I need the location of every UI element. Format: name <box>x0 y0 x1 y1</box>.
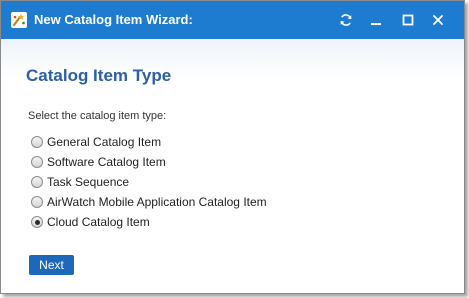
option-label: Task Sequence <box>47 175 130 189</box>
refresh-button[interactable] <box>336 10 356 30</box>
close-icon <box>433 15 443 25</box>
next-button[interactable]: Next <box>29 255 74 275</box>
option-label: AirWatch Mobile Application Catalog Item <box>47 195 267 209</box>
radio-airwatch-mobile-app[interactable] <box>31 196 43 208</box>
instruction-text: Select the catalog item type: <box>28 110 167 122</box>
catalog-type-options: General Catalog Item Software Catalog It… <box>31 132 267 232</box>
wizard-window: New Catalog Item Wizard: Catalog Item Ty… <box>0 0 465 294</box>
option-software-catalog-item[interactable]: Software Catalog Item <box>31 152 267 172</box>
wizard-content: Catalog Item Type Select the catalog ite… <box>1 39 464 293</box>
radio-general-catalog-item[interactable] <box>31 136 43 148</box>
maximize-button[interactable] <box>398 10 418 30</box>
radio-software-catalog-item[interactable] <box>31 156 43 168</box>
radio-task-sequence[interactable] <box>31 176 43 188</box>
minimize-icon <box>371 23 381 25</box>
maximize-icon <box>402 14 414 26</box>
minimize-button[interactable] <box>366 10 386 30</box>
option-task-sequence[interactable]: Task Sequence <box>31 172 267 192</box>
app-icon <box>11 12 27 28</box>
window-title: New Catalog Item Wizard: <box>34 12 193 27</box>
option-general-catalog-item[interactable]: General Catalog Item <box>31 132 267 152</box>
refresh-icon <box>340 14 352 26</box>
option-label: General Catalog Item <box>47 135 162 149</box>
option-airwatch-mobile-app[interactable]: AirWatch Mobile Application Catalog Item <box>31 192 267 212</box>
radio-cloud-catalog-item[interactable] <box>31 216 43 228</box>
title-bar: New Catalog Item Wizard: <box>1 1 464 39</box>
option-cloud-catalog-item[interactable]: Cloud Catalog Item <box>31 212 267 232</box>
option-label: Software Catalog Item <box>47 155 166 169</box>
page-title: Catalog Item Type <box>26 66 172 85</box>
close-button[interactable] <box>428 10 448 30</box>
option-label: Cloud Catalog Item <box>47 215 150 229</box>
